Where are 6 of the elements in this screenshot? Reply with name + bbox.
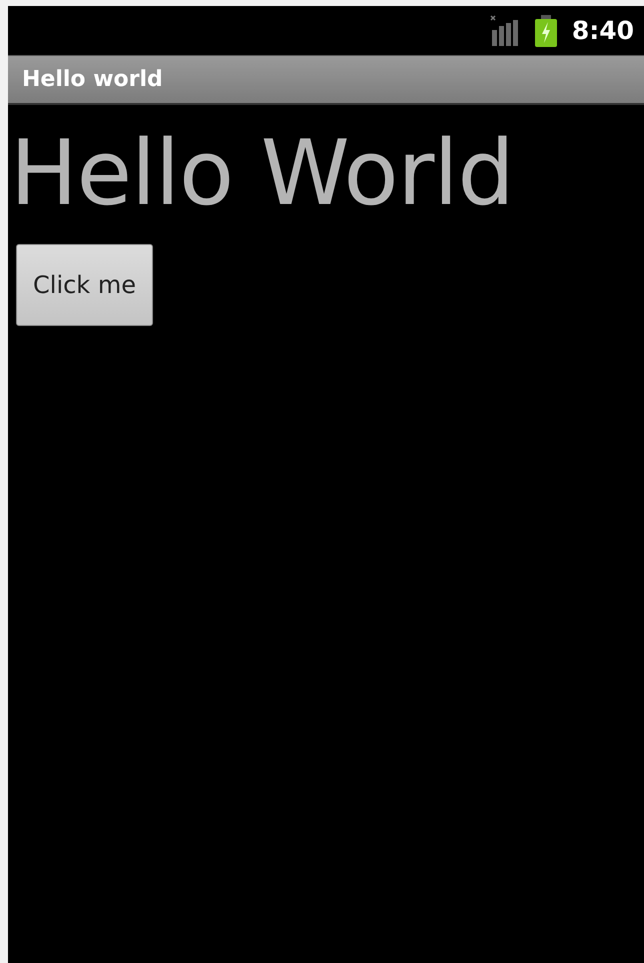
clock-time: 8:40 bbox=[572, 14, 634, 47]
heading-text: Hello World bbox=[10, 129, 515, 219]
signal-icon bbox=[490, 14, 520, 48]
click-me-button[interactable]: Click me bbox=[16, 244, 153, 326]
battery-icon bbox=[534, 14, 558, 48]
app-title: Hello world bbox=[22, 66, 163, 94]
